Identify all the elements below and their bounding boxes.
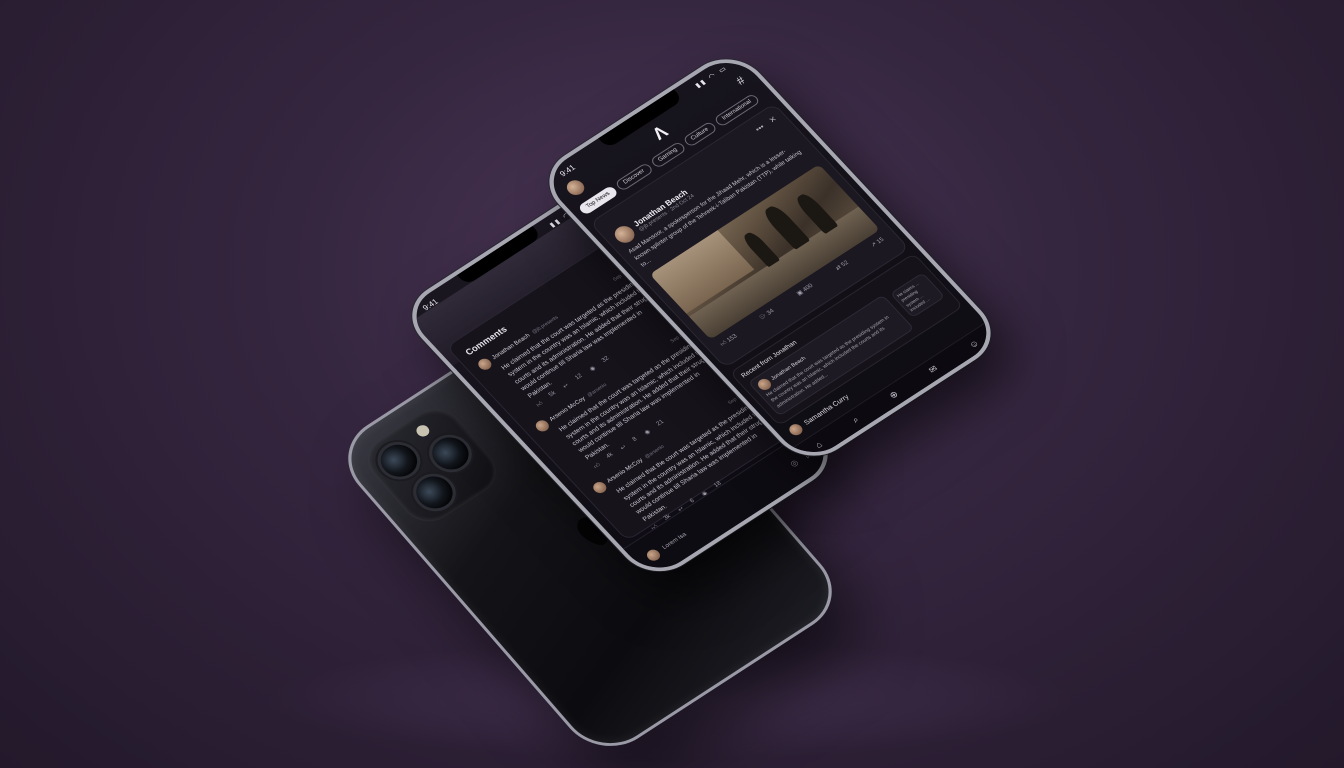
reply-count: 12 [574, 373, 584, 382]
flash-icon [413, 422, 432, 439]
avatar [786, 421, 806, 438]
comment-button[interactable]: 💬︎ 34 [757, 308, 776, 323]
add-icon[interactable]: ⊕ [887, 389, 901, 401]
save-button[interactable]: ▣ 400 [795, 282, 815, 297]
avatar [643, 547, 663, 563]
like-icon[interactable]: 👍︎ [534, 399, 545, 409]
home-icon[interactable]: ⌂ [813, 439, 824, 449]
messages-icon[interactable]: ✉ [927, 363, 941, 375]
reply-icon[interactable]: ↩︎ [619, 444, 629, 453]
view-count: 21 [655, 419, 666, 428]
like-count: 5k [547, 390, 558, 399]
save-count: 400 [801, 283, 815, 294]
share-button[interactable]: ↗ 15 [870, 236, 887, 249]
app-logo: Λ [648, 122, 672, 144]
camera-lens-icon [420, 427, 481, 480]
share-count: 15 [875, 237, 886, 246]
repost-button[interactable]: ⇄ 52 [834, 259, 851, 272]
like-button[interactable]: 👍︎ 153 [718, 332, 739, 348]
repost-count: 52 [840, 260, 851, 269]
profile-icon[interactable]: ☺ [966, 337, 981, 349]
views-icon: ◉ [588, 365, 598, 373]
profile-avatar[interactable] [563, 177, 588, 198]
reply-count: 8 [631, 436, 639, 443]
view-count: 32 [600, 355, 611, 364]
like-count: 153 [726, 333, 739, 344]
like-icon[interactable]: 👍︎ [592, 461, 602, 470]
views-icon: ◉ [643, 429, 653, 437]
comment-count: 34 [765, 308, 776, 317]
reply-icon[interactable]: ↩︎ [562, 382, 572, 391]
hashtag-icon[interactable]: # [733, 74, 748, 88]
search-icon[interactable]: ⌕ [850, 415, 862, 426]
like-count: 4k [605, 452, 615, 461]
camera-module [356, 400, 508, 531]
input-user-name: Lorem Isa [661, 531, 688, 551]
